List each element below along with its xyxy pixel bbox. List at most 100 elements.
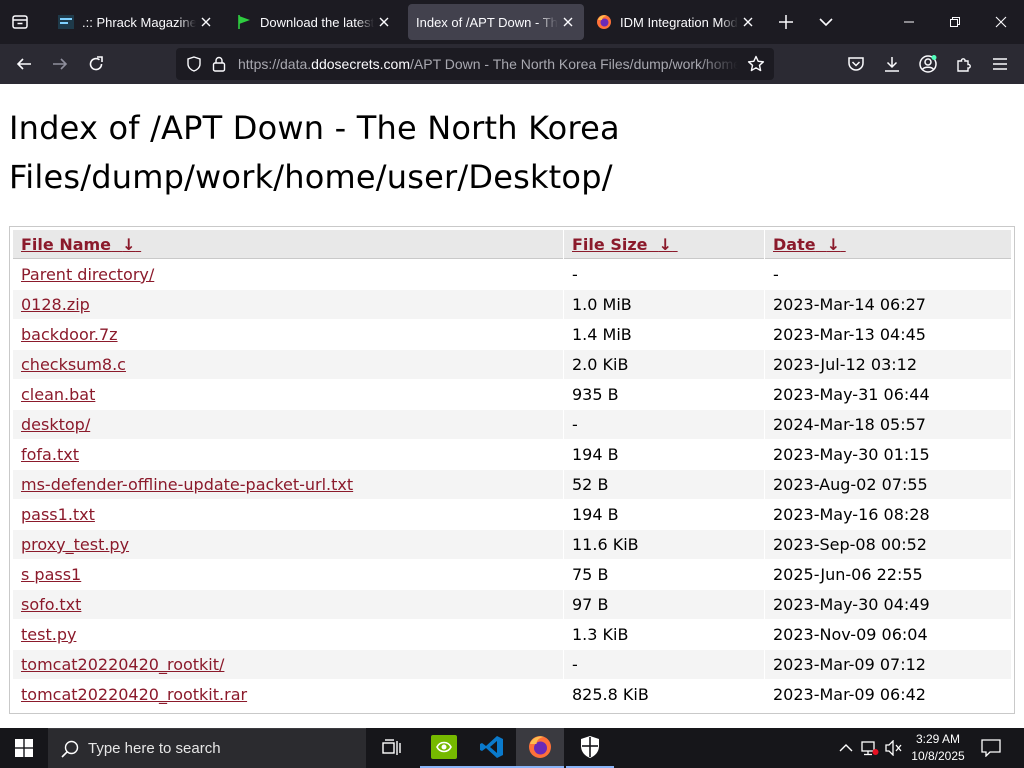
file-link[interactable]: proxy_test.py	[21, 535, 129, 554]
tab-strip: .:: Phrack Magazine ::. Download the lat…	[0, 0, 1024, 44]
taskbar-app-windows-security[interactable]	[566, 728, 614, 768]
file-name-cell: tomcat20220420_rootkit.rar	[13, 680, 563, 709]
file-size-cell: 97 B	[564, 590, 764, 619]
column-header-file-size: File Size ↓	[564, 230, 764, 259]
file-name-cell: desktop/	[13, 410, 563, 439]
table-row: Parent directory/ - -	[13, 260, 1011, 289]
taskbar-app-firefox[interactable]	[516, 728, 564, 768]
tab-phrack[interactable]: .:: Phrack Magazine ::.	[46, 4, 222, 40]
table-row: sofo.txt 97 B 2023-May-30 04:49	[13, 590, 1011, 619]
pocket-button[interactable]	[842, 50, 870, 78]
close-tab-icon[interactable]	[558, 12, 578, 32]
arrow-left-icon	[16, 58, 31, 70]
close-tab-icon[interactable]	[374, 12, 394, 32]
taskbar-clock[interactable]: 3:29 AM 10/8/2025	[904, 731, 972, 765]
show-hidden-icons-button[interactable]	[836, 738, 856, 758]
table-row: ms-defender-offline-update-packet-url.tx…	[13, 470, 1011, 499]
file-link[interactable]: tomcat20220420_rootkit.rar	[21, 685, 247, 704]
chevron-down-icon	[819, 18, 833, 27]
tab-download[interactable]: Download the latest free	[224, 4, 400, 40]
table-row: pass1.txt 194 B 2023-May-16 08:28	[13, 500, 1011, 529]
volume-button[interactable]	[884, 738, 904, 758]
file-link[interactable]: pass1.txt	[21, 505, 95, 524]
close-window-button[interactable]	[978, 0, 1024, 44]
lock-icon[interactable]	[212, 56, 226, 76]
address-bar[interactable]: https://data.ddosecrets.com/APT Down - T…	[176, 48, 774, 80]
file-name-cell: pass1.txt	[13, 500, 563, 529]
file-date-cell: 2023-Aug-02 07:55	[765, 470, 1011, 499]
arrow-right-icon	[53, 58, 68, 70]
downloads-button[interactable]	[878, 50, 906, 78]
file-size-cell: 1.3 KiB	[572, 625, 629, 644]
file-date-cell: 2025-Jun-06 22:55	[773, 565, 923, 584]
table-row: tomcat20220420_rootkit.rar 825.8 KiB 202…	[13, 680, 1011, 709]
green-flag-icon	[236, 14, 252, 30]
search-placeholder: Type here to search	[88, 740, 221, 757]
notification-icon	[981, 739, 1001, 757]
file-name-cell: fofa.txt	[13, 440, 563, 469]
app-menu-button[interactable]	[986, 50, 1014, 78]
search-icon	[60, 739, 80, 763]
file-link[interactable]: fofa.txt	[21, 445, 79, 464]
taskbar-app-vscode[interactable]	[468, 728, 516, 768]
file-link[interactable]: Parent directory/	[21, 265, 154, 284]
taskbar-search-box[interactable]: Type here to search	[48, 728, 366, 768]
nvidia-icon	[431, 735, 457, 759]
column-header-date: Date ↓	[765, 230, 1011, 259]
file-link[interactable]: backdoor.7z	[21, 325, 118, 344]
file-size-cell: -	[564, 650, 764, 679]
file-size-cell: 52 B	[564, 470, 764, 499]
account-button[interactable]	[914, 50, 942, 78]
sort-by-name-link[interactable]: File Name ↓	[21, 235, 141, 254]
firefox-view-icon	[12, 15, 28, 29]
file-date-cell: 2023-Sep-08 00:52	[765, 530, 1011, 559]
url-text[interactable]: https://data.ddosecrets.com/APT Down - T…	[238, 56, 738, 72]
file-link[interactable]: s pass1	[21, 565, 81, 584]
file-size-cell: 11.6 KiB	[564, 530, 764, 559]
forward-button[interactable]	[46, 50, 74, 78]
file-date-cell: 2023-Nov-09 06:04	[773, 625, 928, 644]
sort-by-date-link[interactable]: Date ↓	[773, 235, 846, 254]
reload-button[interactable]	[82, 50, 110, 78]
file-date-cell: 2023-Mar-09 06:42	[773, 685, 926, 704]
list-all-tabs-button[interactable]	[814, 10, 838, 34]
file-link[interactable]: 0128.zip	[21, 295, 90, 314]
table-row: checksum8.c 2.0 KiB 2023-Jul-12 03:12	[13, 350, 1011, 379]
table-row: proxy_test.py 11.6 KiB 2023-Sep-08 00:52	[13, 530, 1011, 559]
file-link[interactable]: desktop/	[21, 415, 90, 434]
close-tab-icon[interactable]	[738, 12, 758, 32]
restore-button[interactable]	[932, 0, 978, 44]
url-prefix: https://data.	[238, 56, 312, 72]
new-tab-button[interactable]	[774, 10, 798, 34]
file-link[interactable]: clean.bat	[21, 385, 95, 404]
file-link[interactable]: tomcat20220420_rootkit/	[21, 655, 224, 674]
taskbar-app-nvidia[interactable]	[420, 728, 468, 768]
network-button[interactable]	[860, 738, 880, 758]
minimize-button[interactable]	[886, 0, 932, 44]
tab-idm-integration[interactable]: IDM Integration Module	[588, 4, 764, 40]
start-button[interactable]	[0, 728, 48, 768]
extensions-button[interactable]	[950, 50, 978, 78]
file-link[interactable]: checksum8.c	[21, 355, 126, 374]
sort-by-size-link[interactable]: File Size ↓	[572, 235, 678, 254]
back-button[interactable]	[10, 50, 38, 78]
task-view-button[interactable]	[368, 728, 416, 768]
restore-icon	[950, 17, 960, 27]
file-name-cell: sofo.txt	[13, 590, 563, 619]
file-link[interactable]: test.py	[21, 625, 76, 644]
firefox-view-button[interactable]	[8, 10, 32, 34]
plus-icon	[779, 15, 793, 29]
file-name-cell: backdoor.7z	[13, 320, 563, 349]
close-tab-icon[interactable]	[196, 12, 216, 32]
file-size-cell: 1.0 MiB	[564, 290, 764, 319]
notification-center-button[interactable]	[978, 736, 1004, 760]
phrack-favicon-icon	[58, 14, 74, 30]
tracking-protection-shield-icon[interactable]	[186, 56, 202, 76]
tab-apt-down-index[interactable]: Index of /APT Down - The North Korea Fil…	[408, 4, 584, 40]
bookmark-star-button[interactable]	[744, 52, 768, 76]
file-date-cell: 2023-Jul-12 03:12	[765, 350, 1011, 379]
page-title: Index of /APT Down - The North Korea Fil…	[9, 109, 620, 196]
file-date-cell: 2023-May-16 08:28	[773, 505, 930, 524]
file-link[interactable]: sofo.txt	[21, 595, 81, 614]
file-link[interactable]: ms-defender-offline-update-packet-url.tx…	[21, 475, 353, 494]
